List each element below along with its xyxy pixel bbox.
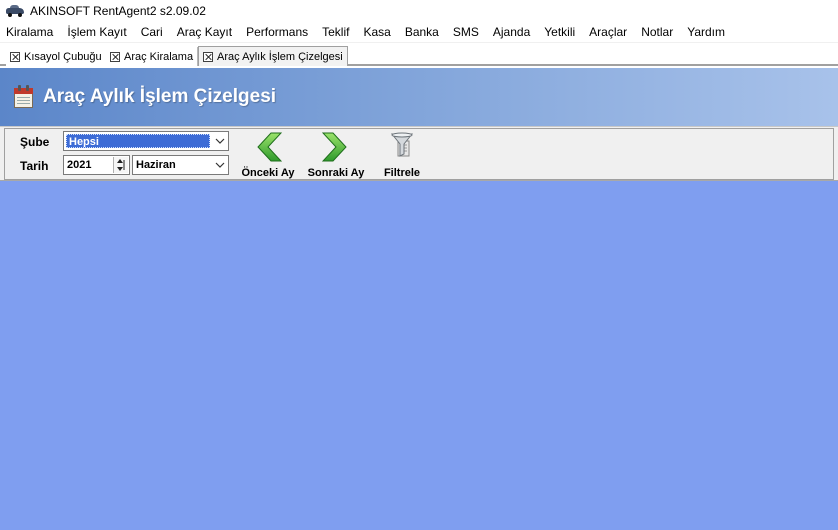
schedule-content-area[interactable] (0, 181, 838, 530)
menu-teklif[interactable]: Teklif (315, 25, 356, 39)
tarih-label: Tarih (20, 159, 49, 173)
tab-kisayol-cubugu[interactable]: Kısayol Çubuğu (6, 47, 107, 66)
title-bar: AKINSOFT RentAgent2 s2.09.02 (0, 0, 838, 22)
tab-arac-kiralama[interactable]: Araç Kiralama (106, 47, 199, 66)
menu-cari[interactable]: Cari (134, 25, 170, 39)
funnel-icon (384, 131, 420, 163)
toolbar-frame: Şube Hepsi Tarih 2021 Haziran Önceki Ay … (4, 128, 834, 180)
sube-value: Hepsi (66, 134, 210, 148)
close-icon[interactable] (203, 51, 213, 62)
year-spinner[interactable]: 2021 (63, 155, 130, 175)
tab-bar: Kısayol Çubuğu Araç Kiralama Araç Aylık … (0, 43, 838, 66)
spin-arrows-icon[interactable] (113, 157, 128, 173)
chevron-down-icon[interactable] (212, 132, 228, 150)
car-icon (6, 5, 24, 17)
tab-label: Kısayol Çubuğu (24, 50, 102, 63)
sube-combobox[interactable]: Hepsi (63, 131, 229, 151)
menu-banka[interactable]: Banka (398, 25, 446, 39)
menu-yetkili[interactable]: Yetkili (537, 25, 582, 39)
menu-performans[interactable]: Performans (239, 25, 315, 39)
calendar-icon (13, 85, 35, 109)
arrow-left-icon (250, 131, 286, 163)
next-month-label: Sonraki Ay (307, 167, 365, 179)
window-title: AKINSOFT RentAgent2 s2.09.02 (30, 4, 206, 18)
page-title: Araç Aylık İşlem Çizelgesi (43, 86, 277, 107)
menu-araclar[interactable]: Araçlar (582, 25, 634, 39)
close-icon[interactable] (110, 51, 120, 62)
chevron-down-icon[interactable] (212, 156, 228, 174)
menu-ajanda[interactable]: Ajanda (486, 25, 537, 39)
menu-kiralama[interactable]: Kiralama (0, 25, 60, 39)
filter-button[interactable]: Filtrele (378, 131, 426, 179)
tab-arac-aylik-islem-cizelgesi[interactable]: Araç Aylık İşlem Çizelgesi (198, 46, 348, 66)
sube-label: Şube (20, 135, 50, 149)
filter-label: Filtrele (383, 167, 421, 179)
tab-label: Araç Kiralama (124, 50, 194, 63)
tab-label: Araç Aylık İşlem Çizelgesi (217, 50, 343, 63)
next-month-button[interactable]: Sonraki Ay (304, 131, 368, 179)
arrow-right-icon (318, 131, 354, 163)
menu-islem-kayit[interactable]: İşlem Kayıt (60, 25, 133, 39)
month-combobox[interactable]: Haziran (132, 155, 229, 175)
previous-month-label: Önceki Ay (241, 167, 295, 179)
close-icon[interactable] (10, 51, 20, 62)
year-value: 2021 (67, 159, 92, 171)
menu-notlar[interactable]: Notlar (634, 25, 680, 39)
page-header: Araç Aylık İşlem Çizelgesi (0, 68, 838, 126)
month-value: Haziran (136, 159, 176, 171)
menu-yardim[interactable]: Yardım (680, 25, 732, 39)
menu-kasa[interactable]: Kasa (356, 25, 397, 39)
menu-sms[interactable]: SMS (446, 25, 486, 39)
menu-bar: Kiralama İşlem Kayıt Cari Araç Kayıt Per… (0, 22, 838, 43)
menu-arac-kayit[interactable]: Araç Kayıt (170, 25, 239, 39)
filter-toolbar: Şube Hepsi Tarih 2021 Haziran Önceki Ay … (0, 126, 838, 181)
previous-month-button[interactable]: Önceki Ay (236, 131, 300, 179)
